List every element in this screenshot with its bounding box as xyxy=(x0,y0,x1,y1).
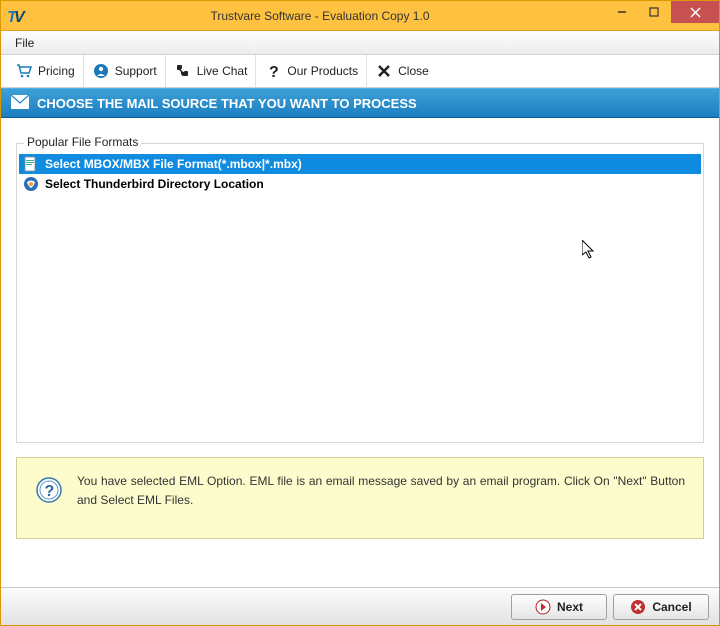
next-button[interactable]: Next xyxy=(511,594,607,620)
next-arrow-icon xyxy=(535,599,551,615)
window-controls xyxy=(606,1,719,23)
close-window-button[interactable] xyxy=(671,1,719,23)
close-button[interactable]: Close xyxy=(367,55,437,87)
toolbar: Pricing Support Live Chat ? Our Products… xyxy=(1,55,719,88)
option-thunderbird[interactable]: Select Thunderbird Directory Location xyxy=(19,174,701,194)
pricing-button[interactable]: Pricing xyxy=(7,55,84,87)
option-label: Select Thunderbird Directory Location xyxy=(45,177,264,191)
toolbar-label: Our Products xyxy=(287,64,358,78)
live-chat-button[interactable]: Live Chat xyxy=(166,55,257,87)
help-icon: ? xyxy=(35,476,63,504)
cancel-x-icon xyxy=(630,599,646,615)
our-products-button[interactable]: ? Our Products xyxy=(256,55,367,87)
banner: CHOOSE THE MAIL SOURCE THAT YOU WANT TO … xyxy=(1,88,719,118)
cancel-label: Cancel xyxy=(652,600,691,614)
file-icon xyxy=(23,156,39,172)
close-icon xyxy=(375,62,393,80)
svg-text:V: V xyxy=(14,9,26,26)
envelope-icon xyxy=(11,95,29,112)
file-format-groupbox: Popular File Formats Select MBOX/MBX Fil… xyxy=(16,143,704,443)
banner-text: CHOOSE THE MAIL SOURCE THAT YOU WANT TO … xyxy=(37,96,417,111)
cart-icon xyxy=(15,62,33,80)
groupbox-legend: Popular File Formats xyxy=(24,135,141,149)
minimize-button[interactable] xyxy=(606,1,638,23)
thunderbird-icon xyxy=(23,176,39,192)
headset-icon xyxy=(92,62,110,80)
option-label: Select MBOX/MBX File Format(*.mbox|*.mbx… xyxy=(45,157,302,171)
app-window: TV Trustvare Software - Evaluation Copy … xyxy=(0,0,720,626)
question-icon: ? xyxy=(264,62,282,80)
phone-icon xyxy=(174,62,192,80)
menu-file[interactable]: File xyxy=(7,34,42,52)
toolbar-label: Live Chat xyxy=(197,64,248,78)
toolbar-label: Close xyxy=(398,64,429,78)
titlebar[interactable]: TV Trustvare Software - Evaluation Copy … xyxy=(1,1,719,31)
cancel-button[interactable]: Cancel xyxy=(613,594,709,620)
app-logo-icon: TV xyxy=(5,3,31,29)
toolbar-label: Pricing xyxy=(38,64,75,78)
footer: Next Cancel xyxy=(1,587,719,625)
svg-text:?: ? xyxy=(45,483,55,500)
menubar: File xyxy=(1,31,719,55)
info-text: You have selected EML Option. EML file i… xyxy=(77,472,685,510)
next-label: Next xyxy=(557,600,583,614)
svg-text:?: ? xyxy=(269,64,279,80)
content-area: Popular File Formats Select MBOX/MBX Fil… xyxy=(1,118,719,587)
toolbar-label: Support xyxy=(115,64,157,78)
support-button[interactable]: Support xyxy=(84,55,166,87)
option-mbox[interactable]: Select MBOX/MBX File Format(*.mbox|*.mbx… xyxy=(19,154,701,174)
maximize-button[interactable] xyxy=(638,1,670,23)
info-panel: ? You have selected EML Option. EML file… xyxy=(16,457,704,539)
